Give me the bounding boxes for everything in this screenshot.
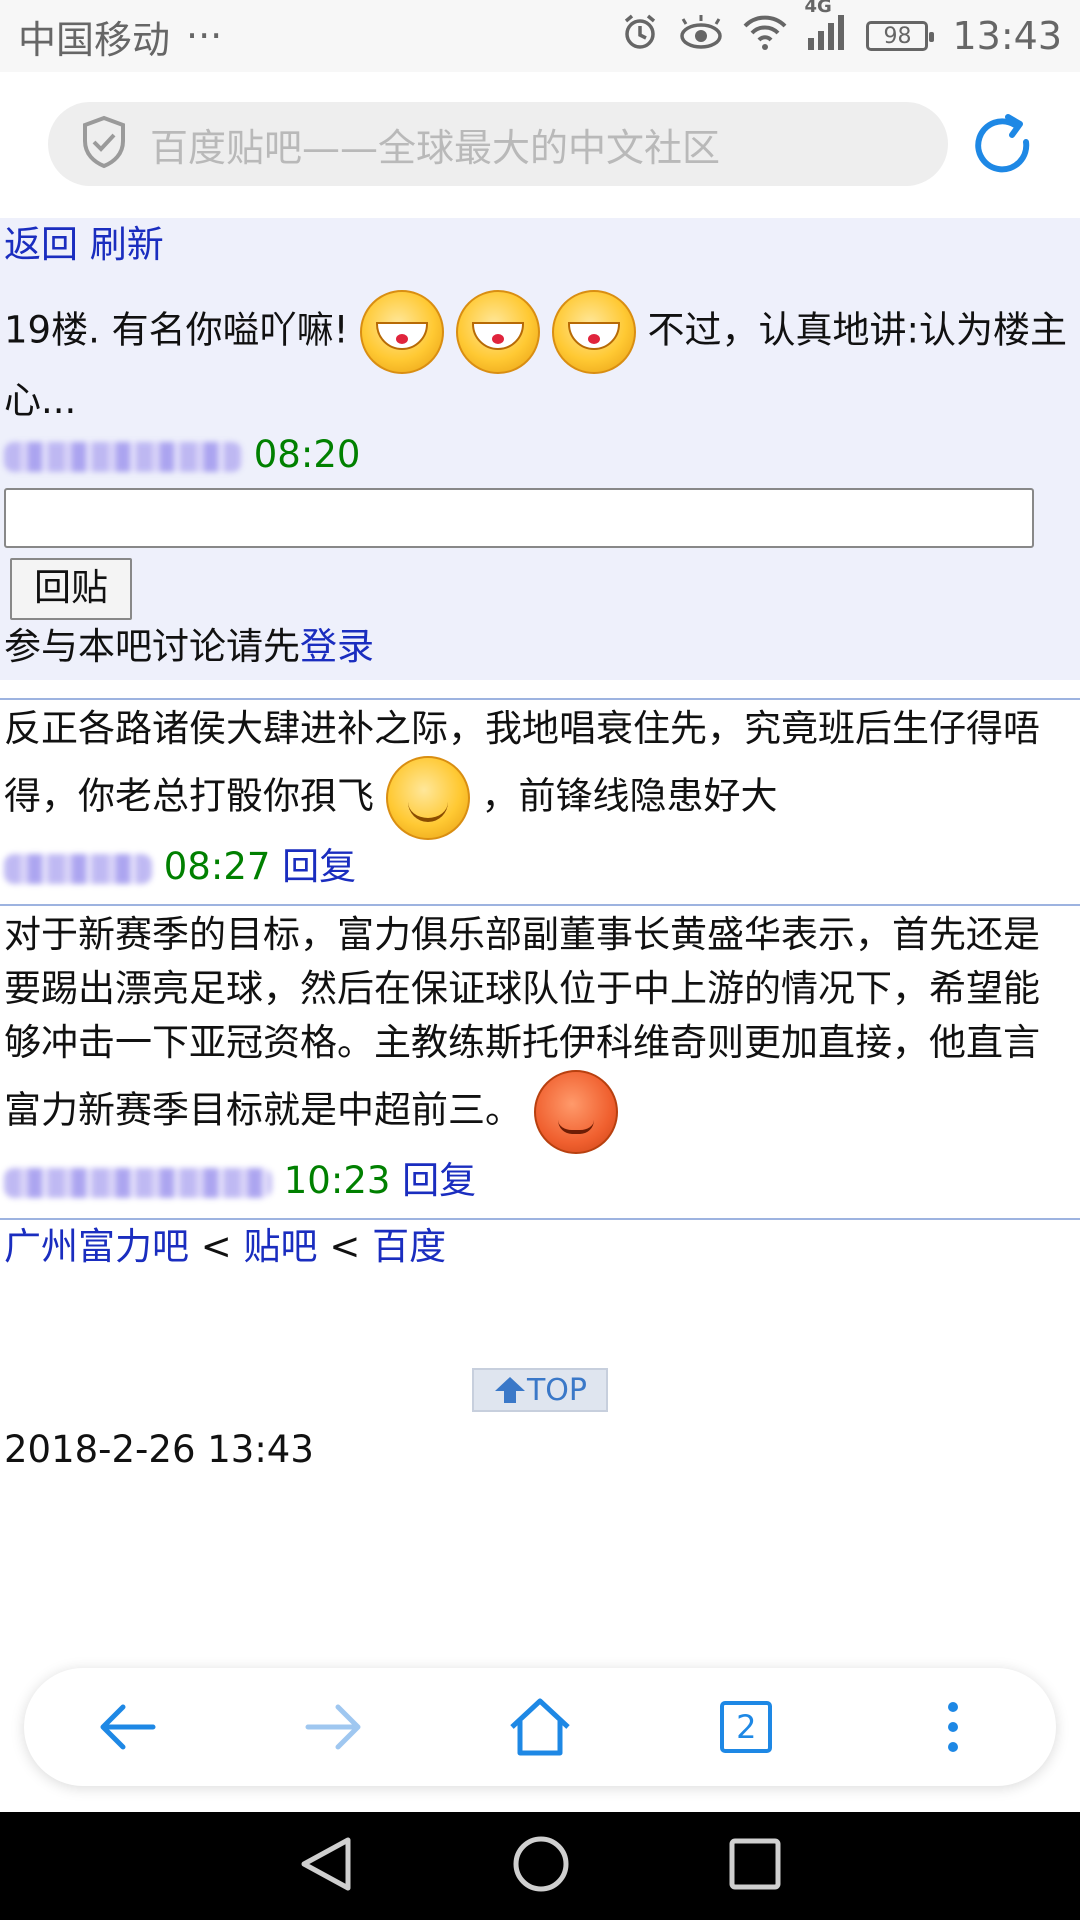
reply-input[interactable] <box>4 488 1034 548</box>
login-link[interactable]: 登录 <box>300 625 374 668</box>
nav-recents-button[interactable] <box>728 1837 782 1895</box>
reply-link[interactable]: 回复 <box>282 845 356 888</box>
current-floor-block: 返回 刷新 19楼. 有名你嗌吖嘛! 不过，认真地讲:认为楼主心... 08:2… <box>0 218 1080 680</box>
refresh-link[interactable]: 刷新 <box>90 223 164 266</box>
shield-icon <box>80 115 128 173</box>
floor-19-content: 19楼. 有名你嗌吖嘛! 不过，认真地讲:认为楼主心... <box>4 290 1076 428</box>
post-text: 对于新赛季的目标，富力俱乐部副董事长黄盛华表示，首先还是要踢出漂亮足球，然后在保… <box>4 913 1040 1132</box>
post-time: 08:20 <box>253 433 361 476</box>
top-links: 返回 刷新 <box>4 218 1076 272</box>
post-time: 08:27 <box>163 845 271 888</box>
page-content: 返回 刷新 19楼. 有名你嗌吖嘛! 不过，认真地讲:认为楼主心... 08:2… <box>0 218 1080 1274</box>
breadcrumb-separator: < <box>200 1225 232 1268</box>
arrow-right-icon <box>305 1704 361 1750</box>
signal-icon: 4G <box>804 0 848 61</box>
clock: 13:43 <box>952 14 1062 58</box>
alarm-icon <box>620 12 660 61</box>
tabs-count: 2 <box>736 1708 757 1746</box>
more-notifications-icon: ··· <box>186 14 223 58</box>
post-body: 对于新赛季的目标，富力俱乐部副董事长黄盛华表示，首先还是要踢出漂亮足球，然后在保… <box>4 908 1076 1154</box>
smile-emoji-icon <box>385 756 470 840</box>
home-icon <box>510 1698 570 1756</box>
carrier-label: 中国移动 <box>18 17 171 62</box>
battery-icon: 98 <box>866 21 935 51</box>
network-type-label: 4G <box>804 0 832 17</box>
breadcrumb-baidu-link[interactable]: 百度 <box>372 1225 446 1268</box>
address-bar[interactable]: 百度贴吧——全球最大的中文社区 <box>48 102 948 186</box>
arrow-left-icon <box>100 1704 156 1750</box>
username-redacted[interactable] <box>4 853 152 884</box>
square-recents-icon <box>729 1838 781 1890</box>
tabs-button[interactable]: 2 <box>706 1687 786 1767</box>
page-title: 百度贴吧——全球最大的中文社区 <box>150 125 721 170</box>
battery-level: 98 <box>883 23 912 49</box>
post-meta: 10:23 回复 <box>4 1154 1076 1208</box>
browser-toolbar: 2 <box>24 1668 1056 1786</box>
breadcrumb-forum-link[interactable]: 广州富力吧 <box>4 1225 189 1268</box>
nav-back-button[interactable] <box>298 1834 354 1898</box>
login-prompt-text: 参与本吧讨论请先 <box>4 625 300 668</box>
status-bar: 中国移动 ··· 4G 98 13:43 <box>0 0 1080 72</box>
username-redacted[interactable] <box>4 441 242 472</box>
back-button[interactable] <box>87 1687 167 1767</box>
laugh-emoji-icon <box>360 290 445 374</box>
breadcrumb-tieba-link[interactable]: 贴吧 <box>244 1225 318 1268</box>
system-nav-bar <box>0 1812 1080 1920</box>
floor-19-text: 19楼. 有名你嗌吖嘛! <box>4 308 349 352</box>
back-to-top-button[interactable]: TOP <box>472 1368 608 1412</box>
post-body: 反正各路诸侯大肆进补之际，我地唱衰住先，究竟班后生仔得唔得，你老总打骰你孭飞 ，… <box>4 702 1076 840</box>
menu-button[interactable] <box>913 1687 993 1767</box>
circle-home-icon <box>513 1836 569 1892</box>
arrow-up-icon <box>494 1377 525 1403</box>
login-prompt: 参与本吧讨论请先登录 <box>4 620 1076 674</box>
laugh-emoji-icon <box>455 290 540 374</box>
breadcrumb: 广州富力吧 < 贴吧 < 百度 <box>0 1218 1080 1274</box>
breadcrumb-separator: < <box>329 1225 361 1268</box>
back-link[interactable]: 返回 <box>4 223 78 266</box>
post-meta: 08:27 回复 <box>4 840 1076 894</box>
nav-home-button[interactable] <box>511 1834 571 1898</box>
triangle-back-icon <box>301 1837 351 1891</box>
reply-button[interactable]: 回贴 <box>10 558 132 620</box>
laugh-emoji-icon <box>551 290 636 374</box>
home-button[interactable] <box>500 1687 580 1767</box>
eye-comfort-icon <box>678 12 724 61</box>
reply-link[interactable]: 回复 <box>402 1159 476 1202</box>
post-item: 反正各路诸侯大肆进补之际，我地唱衰住先，究竟班后生仔得唔得，你老总打骰你孭飞 ，… <box>0 698 1080 894</box>
wifi-icon <box>742 12 788 61</box>
forward-button[interactable] <box>294 1687 374 1767</box>
post-text-rest: ，前锋线隐患好大 <box>481 774 778 818</box>
more-vertical-icon <box>947 1702 958 1752</box>
floor-19-meta: 08:20 <box>4 428 1076 482</box>
post-time: 10:23 <box>283 1159 391 1202</box>
browser-address-area: 百度贴吧——全球最大的中文社区 <box>0 72 1080 212</box>
username-redacted[interactable] <box>4 1167 272 1198</box>
top-label: TOP <box>526 1372 588 1408</box>
footer-date: 2018-2-26 13:43 <box>4 1428 314 1471</box>
reload-button[interactable] <box>968 112 1038 182</box>
smirk-emoji-icon <box>533 1070 618 1154</box>
post-item: 对于新赛季的目标，富力俱乐部副董事长黄盛华表示，首先还是要踢出漂亮足球，然后在保… <box>0 904 1080 1208</box>
